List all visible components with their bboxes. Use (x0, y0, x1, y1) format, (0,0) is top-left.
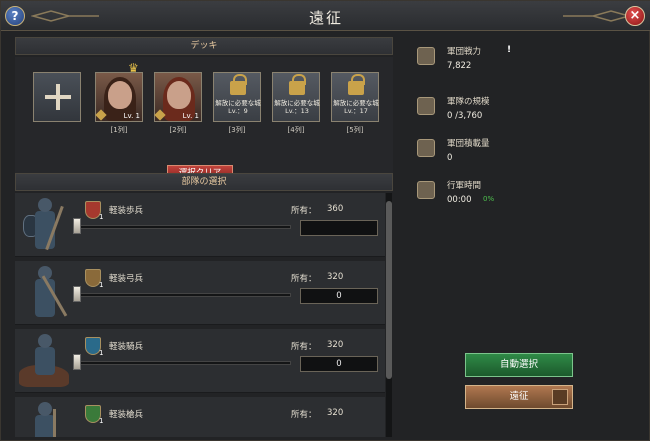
hero-slot-2[interactable]: Lv. 1 (154, 72, 202, 122)
slot-label: [5列] (346, 126, 364, 134)
march-time-stat: 行軍時間 00:00 0% (415, 179, 615, 213)
troop-name: 軽装槍兵 (109, 410, 144, 420)
slider-handle[interactable] (73, 286, 81, 302)
stat-value: 0 /3,760 (447, 111, 483, 121)
troop-tier: 1 (99, 281, 104, 289)
slider-handle[interactable] (73, 218, 81, 234)
troop-selection-header: 部隊の選択 (15, 173, 393, 191)
slot-label: [4列] (287, 126, 305, 134)
lock-requirement: 解放に必要な城Lv.：13 (274, 99, 320, 115)
lock-icon (348, 74, 365, 95)
left-panel: デッキ ♛ Lv. 1 [1列] Lv. 1 [2列] 解放に必要な城Lv.：9… (15, 37, 393, 437)
owned-label: 所有： (291, 410, 317, 420)
army-load-stat: 軍団積載量 0 (415, 137, 615, 171)
troop-tier: 1 (99, 349, 104, 357)
locked-slot-3[interactable]: 解放に必要な城Lv.：9 (213, 72, 261, 122)
deck-header: デッキ (15, 37, 393, 55)
stat-label: 軍団積載量 (447, 139, 490, 149)
stat-value: 7,822 (447, 61, 472, 71)
owned-label: 所有： (291, 342, 317, 352)
lock-icon (289, 74, 306, 95)
troop-row-cavalry: 1 軽装騎兵 所有： 320 0 (15, 329, 385, 393)
auto-select-button[interactable]: 自動選択 (465, 353, 573, 377)
stat-value: 0 (447, 153, 453, 163)
troop-row-spearman: 1 軽装槍兵 所有： 320 (15, 397, 385, 437)
right-panel: 軍団戦力 ! 7,822 軍隊の規模 0 /3,760 軍団積載量 0 行軍時間… (405, 37, 641, 437)
stat-label: 軍隊の規模 (447, 97, 490, 107)
hero-slot-1[interactable]: Lv. 1 (95, 72, 143, 122)
army-scale-stat: 軍隊の規模 0 /3,760 (415, 95, 615, 129)
locked-slot-5[interactable]: 解放に必要な城Lv.：17 (331, 72, 379, 122)
infantry-portrait (17, 195, 73, 255)
plus-icon (45, 84, 71, 110)
troop-tier: 1 (99, 417, 104, 425)
owned-count: 320 (327, 272, 344, 282)
hero-face (108, 81, 132, 109)
slider-handle[interactable] (73, 354, 81, 370)
owned-label: 所有： (291, 274, 317, 284)
slot-label: [3列] (228, 126, 246, 134)
hero-level: Lv. 1 (182, 112, 199, 120)
formation-icon[interactable] (552, 389, 568, 405)
march-button[interactable]: 遠征 (465, 385, 573, 409)
quantity-input[interactable]: 0 (300, 288, 378, 304)
march-icon (417, 181, 435, 199)
quantity-input[interactable] (300, 220, 378, 236)
speed-bonus: 0% (483, 195, 495, 203)
troop-name: 軽装歩兵 (109, 206, 144, 216)
stat-label: 軍団戦力 (447, 47, 482, 57)
ornament-right-icon (561, 9, 632, 23)
lock-requirement: 解放に必要な城Lv.：17 (333, 99, 379, 115)
troop-name: 軽装騎兵 (109, 342, 144, 352)
slot-label: [1列] (110, 126, 128, 134)
troop-tier: 1 (99, 213, 104, 221)
owned-count: 320 (327, 340, 344, 350)
locked-slot-4[interactable]: 解放に必要な城Lv.：13 (272, 72, 320, 122)
slot-label: [2列] (169, 126, 187, 134)
archer-portrait (17, 263, 73, 323)
quantity-slider[interactable] (77, 293, 291, 297)
owned-count: 320 (327, 408, 344, 418)
troop-list-scrollbar[interactable] (386, 193, 392, 437)
lock-icon (230, 74, 247, 95)
stat-value: 00:00 (447, 195, 472, 205)
close-button[interactable]: × (625, 6, 645, 26)
troop-row-archer: 1 軽装弓兵 所有： 320 0 (15, 261, 385, 325)
army-size-icon (417, 97, 435, 115)
troop-list: 1 軽装歩兵 所有： 360 1 軽装弓兵 所有： 320 0 1 軽装騎兵 所… (15, 193, 393, 437)
deck-area: ♛ Lv. 1 [1列] Lv. 1 [2列] 解放に必要な城Lv.：9 [3列… (15, 57, 393, 187)
march-button-label: 遠征 (509, 391, 529, 402)
window-title: 遠征 (308, 9, 343, 27)
stat-label: 行軍時間 (447, 181, 482, 191)
quantity-input[interactable]: 0 (300, 356, 378, 372)
hero-level: Lv. 1 (123, 112, 140, 120)
title-bar: ? 遠征 × (1, 1, 650, 31)
quantity-slider[interactable] (77, 361, 291, 365)
lock-requirement: 解放に必要な城Lv.：9 (215, 99, 261, 115)
add-hero-slot[interactable] (33, 72, 81, 122)
troop-row-infantry: 1 軽装歩兵 所有： 360 (15, 193, 385, 257)
owned-count: 360 (327, 204, 344, 214)
info-icon[interactable]: ! (507, 45, 511, 55)
spearman-portrait (17, 399, 73, 437)
hero-face (167, 81, 191, 109)
army-power-stat: 軍団戦力 ! 7,822 (415, 45, 615, 79)
scroll-thumb[interactable] (386, 201, 392, 379)
expedition-window: ? 遠征 × デッキ ♛ Lv. 1 [1列] Lv. 1 [2列] 解放に必要… (0, 0, 650, 441)
quantity-slider[interactable] (77, 225, 291, 229)
troop-name: 軽装弓兵 (109, 274, 144, 284)
chest-icon (417, 139, 435, 157)
owned-label: 所有： (291, 206, 317, 216)
power-icon (417, 47, 435, 65)
cavalry-portrait (17, 331, 73, 391)
